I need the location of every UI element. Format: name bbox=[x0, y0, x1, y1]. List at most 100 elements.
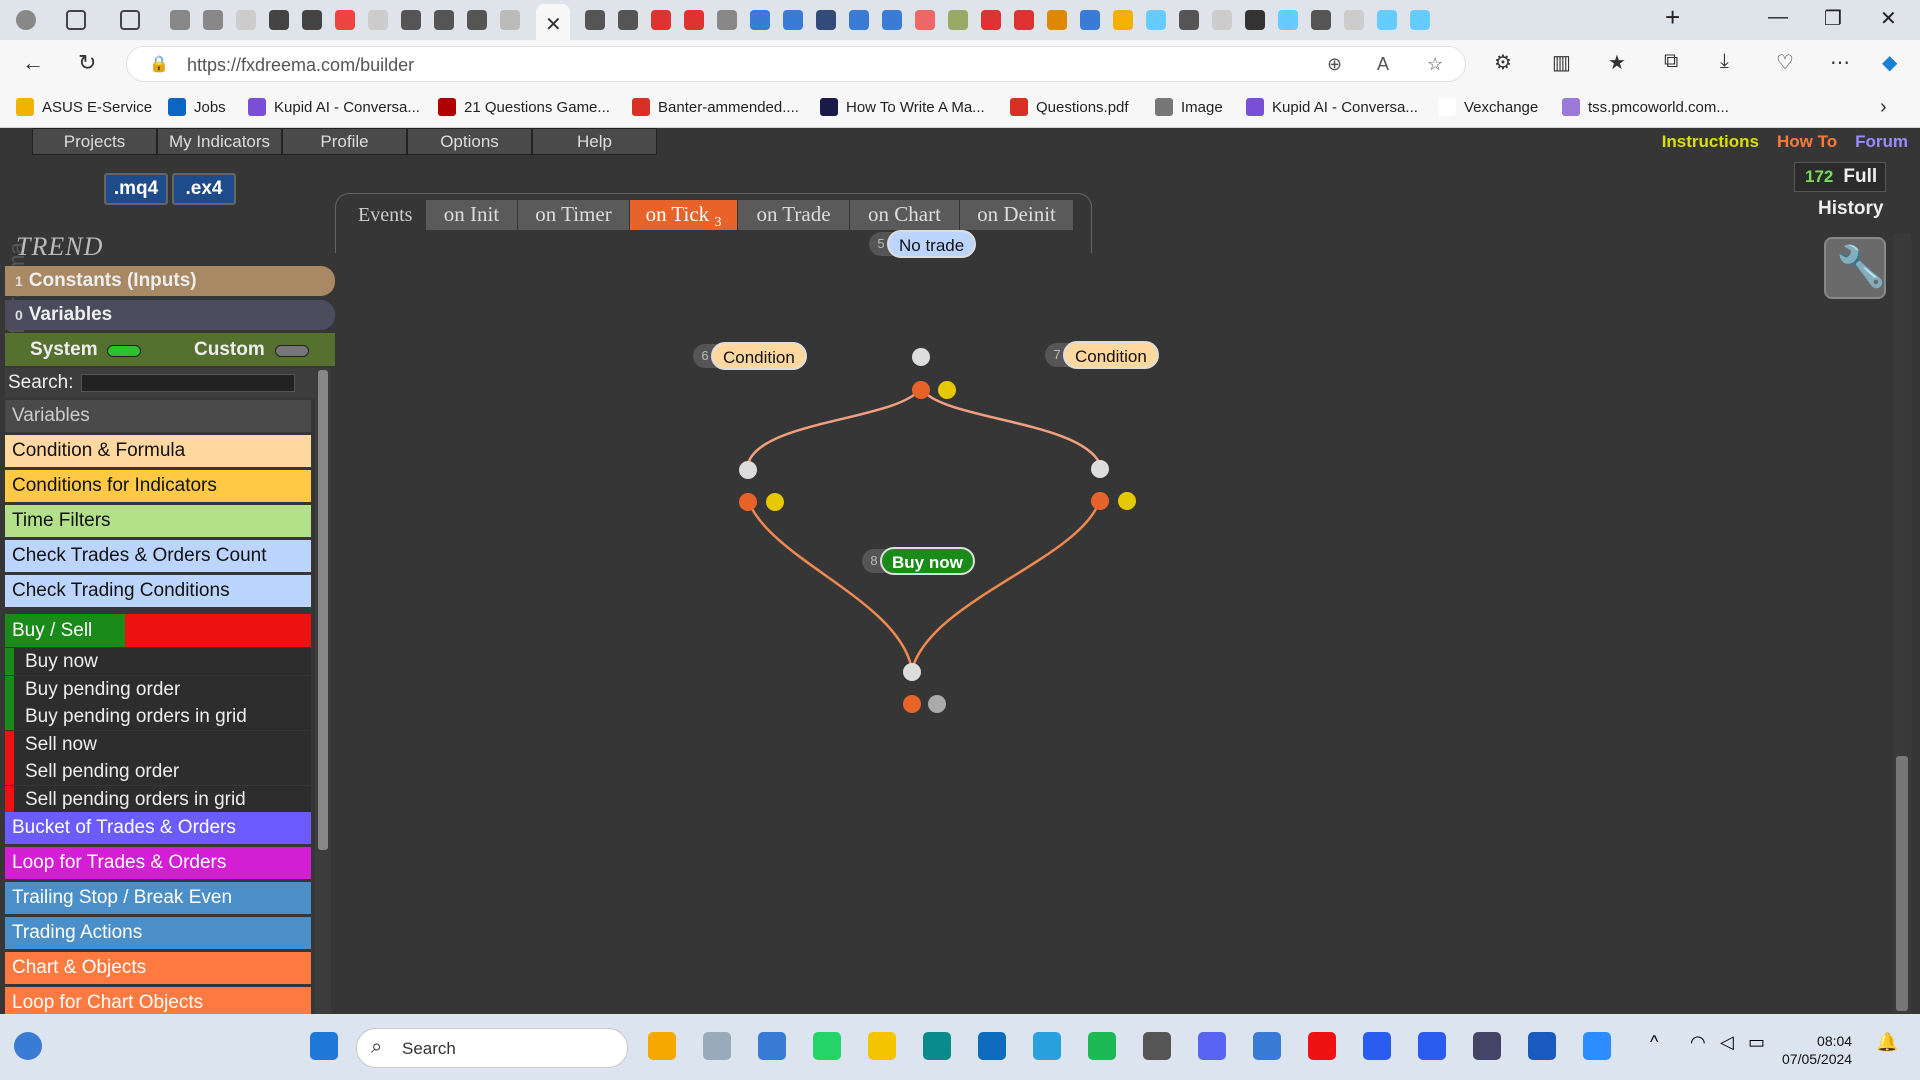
tab-favicon[interactable] bbox=[717, 10, 737, 30]
bookmark-item[interactable]: 21 Questions Game... bbox=[438, 98, 610, 116]
tab-favicon[interactable] bbox=[236, 10, 256, 30]
block-search-input[interactable] bbox=[81, 374, 295, 392]
node5-output-true-port[interactable] bbox=[912, 381, 930, 399]
ex4-button[interactable]: .ex4 bbox=[172, 173, 236, 205]
discord-icon[interactable] bbox=[1198, 1032, 1226, 1060]
tab-favicon[interactable] bbox=[1377, 10, 1397, 30]
block-sell-item[interactable]: Sell now bbox=[5, 730, 311, 758]
tab-favicon[interactable] bbox=[1311, 10, 1331, 30]
tab-on-init[interactable]: on Init bbox=[426, 200, 518, 230]
node6-output-false-port[interactable] bbox=[766, 493, 784, 511]
spotify-icon[interactable] bbox=[1088, 1032, 1116, 1060]
bookmark-item[interactable]: Kupid AI - Conversa... bbox=[248, 98, 420, 116]
photos-icon[interactable] bbox=[1253, 1032, 1281, 1060]
node7-output-false-port[interactable] bbox=[1118, 492, 1136, 510]
tab-favicon[interactable] bbox=[368, 10, 388, 30]
block-sell-item[interactable]: Sell pending orders in grid bbox=[5, 785, 311, 813]
tab-favicon[interactable] bbox=[1278, 10, 1298, 30]
menu-help[interactable]: Help bbox=[532, 128, 657, 155]
custom-toggle[interactable] bbox=[275, 345, 309, 357]
node6-output-true-port[interactable] bbox=[739, 493, 757, 511]
category-item[interactable]: Variables bbox=[5, 400, 311, 432]
tab-favicon[interactable] bbox=[585, 10, 605, 30]
tab-favicon[interactable] bbox=[882, 10, 902, 30]
tab-favicon[interactable] bbox=[500, 10, 520, 30]
canvas-scrollbar[interactable] bbox=[1893, 234, 1911, 1014]
collections-icon[interactable]: ⧉ bbox=[1664, 50, 1678, 73]
window-close-icon[interactable]: ✕ bbox=[1880, 6, 1897, 31]
tab-close-icon[interactable]: ✕ bbox=[545, 12, 562, 37]
new-tab-button[interactable]: + bbox=[1665, 2, 1680, 33]
bookmark-item[interactable]: tss.pmcoworld.com... bbox=[1562, 98, 1729, 116]
file-explorer-icon[interactable] bbox=[868, 1032, 896, 1060]
notification-bell-icon[interactable]: 🔔 bbox=[1876, 1032, 1904, 1060]
p-app-icon[interactable] bbox=[1363, 1032, 1391, 1060]
node6-input-port[interactable] bbox=[739, 461, 757, 479]
p-app-2-icon[interactable] bbox=[1418, 1032, 1446, 1060]
canvas-scroll-thumb[interactable] bbox=[1896, 756, 1908, 1011]
taskbar-search[interactable]: ⌕ Search bbox=[356, 1028, 628, 1068]
tab-favicon[interactable] bbox=[1410, 10, 1430, 30]
workspaces-icon[interactable] bbox=[66, 10, 86, 30]
history-button[interactable]: History bbox=[1818, 198, 1883, 220]
read-aloud-icon[interactable]: A bbox=[1377, 54, 1389, 75]
canvas-node[interactable]: 5 No trade bbox=[869, 230, 977, 258]
tab-on-deinit[interactable]: on Deinit bbox=[960, 200, 1074, 230]
tab-favicon[interactable] bbox=[434, 10, 454, 30]
browser-essentials-icon[interactable]: ♡ bbox=[1776, 50, 1794, 75]
tab-favicon[interactable] bbox=[651, 10, 671, 30]
tab-favicon[interactable] bbox=[302, 10, 322, 30]
block-sell-item[interactable]: Sell pending order bbox=[5, 758, 311, 785]
buy-sell-category[interactable]: Buy / Sell bbox=[5, 614, 311, 647]
category-item[interactable]: Trailing Stop / Break Even bbox=[5, 882, 311, 914]
tab-favicon[interactable] bbox=[948, 10, 968, 30]
refresh-icon[interactable]: ↻ bbox=[78, 50, 96, 76]
back-icon[interactable]: ← bbox=[22, 50, 44, 76]
downloads-icon[interactable]: ⤓ bbox=[1720, 50, 1729, 73]
category-item[interactable]: Bucket of Trades & Orders bbox=[5, 812, 311, 844]
tab-favicon[interactable] bbox=[1212, 10, 1232, 30]
media-player-icon[interactable] bbox=[1143, 1032, 1171, 1060]
tab-favicon[interactable] bbox=[203, 10, 223, 30]
node7-input-port[interactable] bbox=[1091, 460, 1109, 478]
edge-icon[interactable] bbox=[923, 1032, 951, 1060]
tray-chevron-icon[interactable]: ^ bbox=[1650, 1032, 1678, 1060]
tab-favicon[interactable] bbox=[335, 10, 355, 30]
bookmark-item[interactable]: ASUS E-Service bbox=[16, 98, 152, 116]
ig-icon[interactable] bbox=[1308, 1032, 1336, 1060]
category-item[interactable]: Check Trading Conditions bbox=[5, 575, 311, 607]
tab-favicon[interactable] bbox=[170, 10, 190, 30]
canvas-node[interactable]: 7 Condition bbox=[1045, 341, 1159, 369]
menu-options[interactable]: Options bbox=[407, 128, 532, 155]
more-menu-icon[interactable]: ⋯ bbox=[1830, 50, 1850, 75]
node5-input-port[interactable] bbox=[912, 348, 930, 366]
tab-favicon[interactable] bbox=[1080, 10, 1100, 30]
canvas-node[interactable]: 8 Buy now bbox=[862, 547, 975, 575]
tab-favicon[interactable] bbox=[783, 10, 803, 30]
file-view-icon[interactable] bbox=[703, 1032, 731, 1060]
node5-output-false-port[interactable] bbox=[938, 381, 956, 399]
extensions-icon[interactable]: ⚙ bbox=[1494, 50, 1512, 75]
tab-favicon[interactable] bbox=[269, 10, 289, 30]
word-icon[interactable] bbox=[1528, 1032, 1556, 1060]
constants-accordion[interactable]: 1 Constants (Inputs) bbox=[5, 266, 335, 296]
tab-actions-icon[interactable] bbox=[120, 10, 140, 30]
zoom-icon[interactable]: ⊕ bbox=[1327, 54, 1342, 75]
tab-favicon[interactable] bbox=[816, 10, 836, 30]
category-item[interactable]: Conditions for Indicators bbox=[5, 470, 311, 502]
tab-favicon[interactable] bbox=[1113, 10, 1133, 30]
speed-icon[interactable] bbox=[1473, 1032, 1501, 1060]
sidebar-scrollbar[interactable] bbox=[315, 368, 331, 1018]
tab-favicon[interactable] bbox=[1047, 10, 1067, 30]
node8-input-port[interactable] bbox=[903, 663, 921, 681]
block-buy-item[interactable]: Buy now bbox=[5, 648, 311, 675]
menu-my-indicators[interactable]: My Indicators bbox=[157, 128, 282, 155]
category-item[interactable]: Condition & Formula bbox=[5, 435, 311, 467]
weather-icon[interactable] bbox=[14, 1032, 42, 1060]
category-item[interactable]: Trading Actions bbox=[5, 917, 311, 949]
battery-icon[interactable]: ▭ bbox=[1748, 1032, 1776, 1060]
minimize-icon[interactable]: — bbox=[1768, 6, 1788, 29]
menu-projects[interactable]: Projects bbox=[32, 128, 157, 155]
block-counter[interactable]: 172 Full bbox=[1794, 162, 1887, 192]
node7-output-true-port[interactable] bbox=[1091, 492, 1109, 510]
